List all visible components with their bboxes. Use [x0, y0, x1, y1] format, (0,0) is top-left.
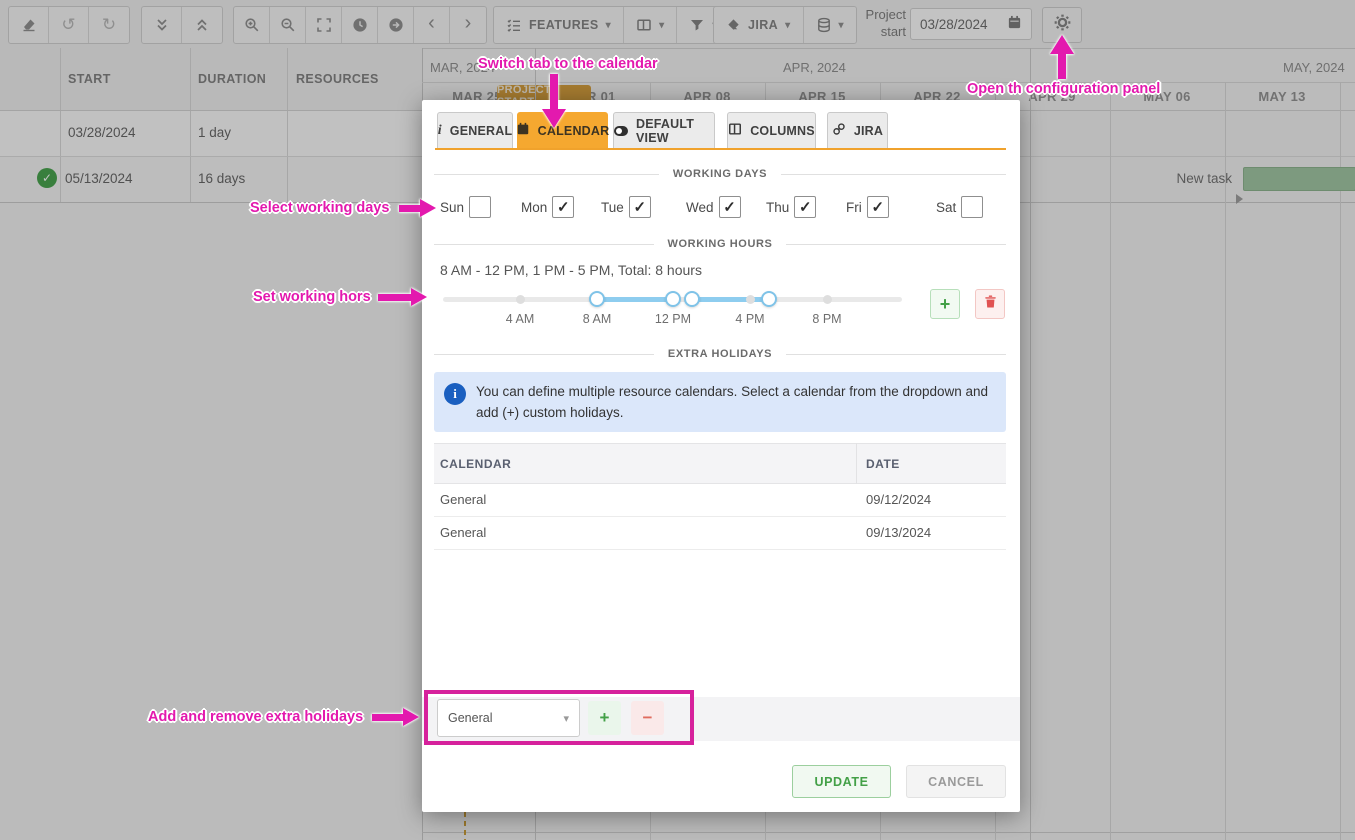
slider-tick-label: 4 PM — [720, 312, 780, 326]
tab-columns[interactable]: COLUMNS — [727, 112, 816, 149]
slider-tick-label: 12 PM — [643, 312, 703, 326]
hours-slider-handle-8am[interactable] — [589, 291, 605, 307]
annotation-highlight-box — [424, 690, 694, 745]
section-working-days: WORKING DAYS — [434, 168, 1006, 180]
working-day-thu: Thu✓ — [766, 196, 816, 218]
slider-tick-label: 4 AM — [490, 312, 550, 326]
holidays-col-calendar[interactable]: CALENDAR — [440, 457, 511, 471]
slider-dot — [823, 295, 832, 304]
slider-tick-label: 8 PM — [797, 312, 857, 326]
annotation-switch-tab: Switch tab to the calendar — [478, 56, 658, 72]
hours-slider-handle-5pm[interactable] — [761, 291, 777, 307]
annotation-add-remove: Add and remove extra holidays — [148, 709, 363, 725]
annotation-set-hours: Set working hors — [253, 289, 371, 305]
columns-icon — [728, 122, 742, 139]
hours-slider-handle-1pm[interactable] — [684, 291, 700, 307]
hours-slider-handle-12pm[interactable] — [665, 291, 681, 307]
update-button[interactable]: UPDATE — [792, 765, 891, 798]
working-day-wed: Wed✓ — [686, 196, 741, 218]
cancel-button[interactable]: CANCEL — [906, 765, 1006, 798]
working-day-sat: Sat — [936, 196, 983, 218]
info-banner: i You can define multiple resource calen… — [434, 372, 1006, 432]
section-extra-holidays: EXTRA HOLIDAYS — [434, 348, 1006, 360]
annotation-open-config: Open th configuration panel — [967, 81, 1160, 97]
calendar-icon — [516, 122, 530, 139]
annotation-select-days: Select working days — [250, 200, 389, 216]
checkbox-wed[interactable]: ✓ — [719, 196, 741, 218]
checkbox-sat[interactable] — [961, 196, 983, 218]
info-icon: i — [444, 383, 466, 405]
checkbox-mon[interactable]: ✓ — [552, 196, 574, 218]
checkbox-fri[interactable]: ✓ — [867, 196, 889, 218]
trash-icon — [983, 294, 998, 314]
holiday-row[interactable]: General 09/13/2024 — [434, 517, 1006, 550]
info-text: You can define multiple resource calenda… — [476, 381, 996, 423]
slider-dot — [516, 295, 525, 304]
checkbox-tue[interactable]: ✓ — [629, 196, 651, 218]
holiday-row[interactable]: General 09/12/2024 — [434, 484, 1006, 517]
working-day-fri: Fri✓ — [846, 196, 889, 218]
section-working-hours: WORKING HOURS — [434, 238, 1006, 250]
toggle-icon — [614, 126, 628, 136]
slider-tick-label: 8 AM — [567, 312, 627, 326]
checkbox-thu[interactable]: ✓ — [794, 196, 816, 218]
holidays-col-date[interactable]: DATE — [866, 457, 900, 471]
hours-slider-range-1 — [597, 297, 673, 302]
tab-general[interactable]: i GENERAL — [437, 112, 513, 149]
working-day-sun: Sun — [440, 196, 491, 218]
slider-dot — [746, 295, 755, 304]
delete-hours-range-button[interactable] — [975, 289, 1005, 319]
tab-jira[interactable]: JIRA — [827, 112, 888, 149]
working-day-tue: Tue✓ — [601, 196, 651, 218]
working-day-mon: Mon✓ — [521, 196, 574, 218]
tab-default-view[interactable]: DEFAULT VIEW — [613, 112, 715, 149]
add-hours-range-button[interactable]: + — [930, 289, 960, 319]
working-hours-summary: 8 AM - 12 PM, 1 PM - 5 PM, Total: 8 hour… — [440, 262, 702, 278]
info-icon: i — [438, 123, 442, 139]
checkbox-sun[interactable] — [469, 196, 491, 218]
app-screenshot: ↺ ↻ ‹ › FEATURES ▾ — [0, 0, 1355, 840]
tab-underline — [435, 148, 1006, 150]
holidays-table-header: CALENDAR DATE — [434, 443, 1006, 484]
link-icon — [832, 122, 846, 139]
hours-slider-range-2 — [692, 297, 769, 302]
